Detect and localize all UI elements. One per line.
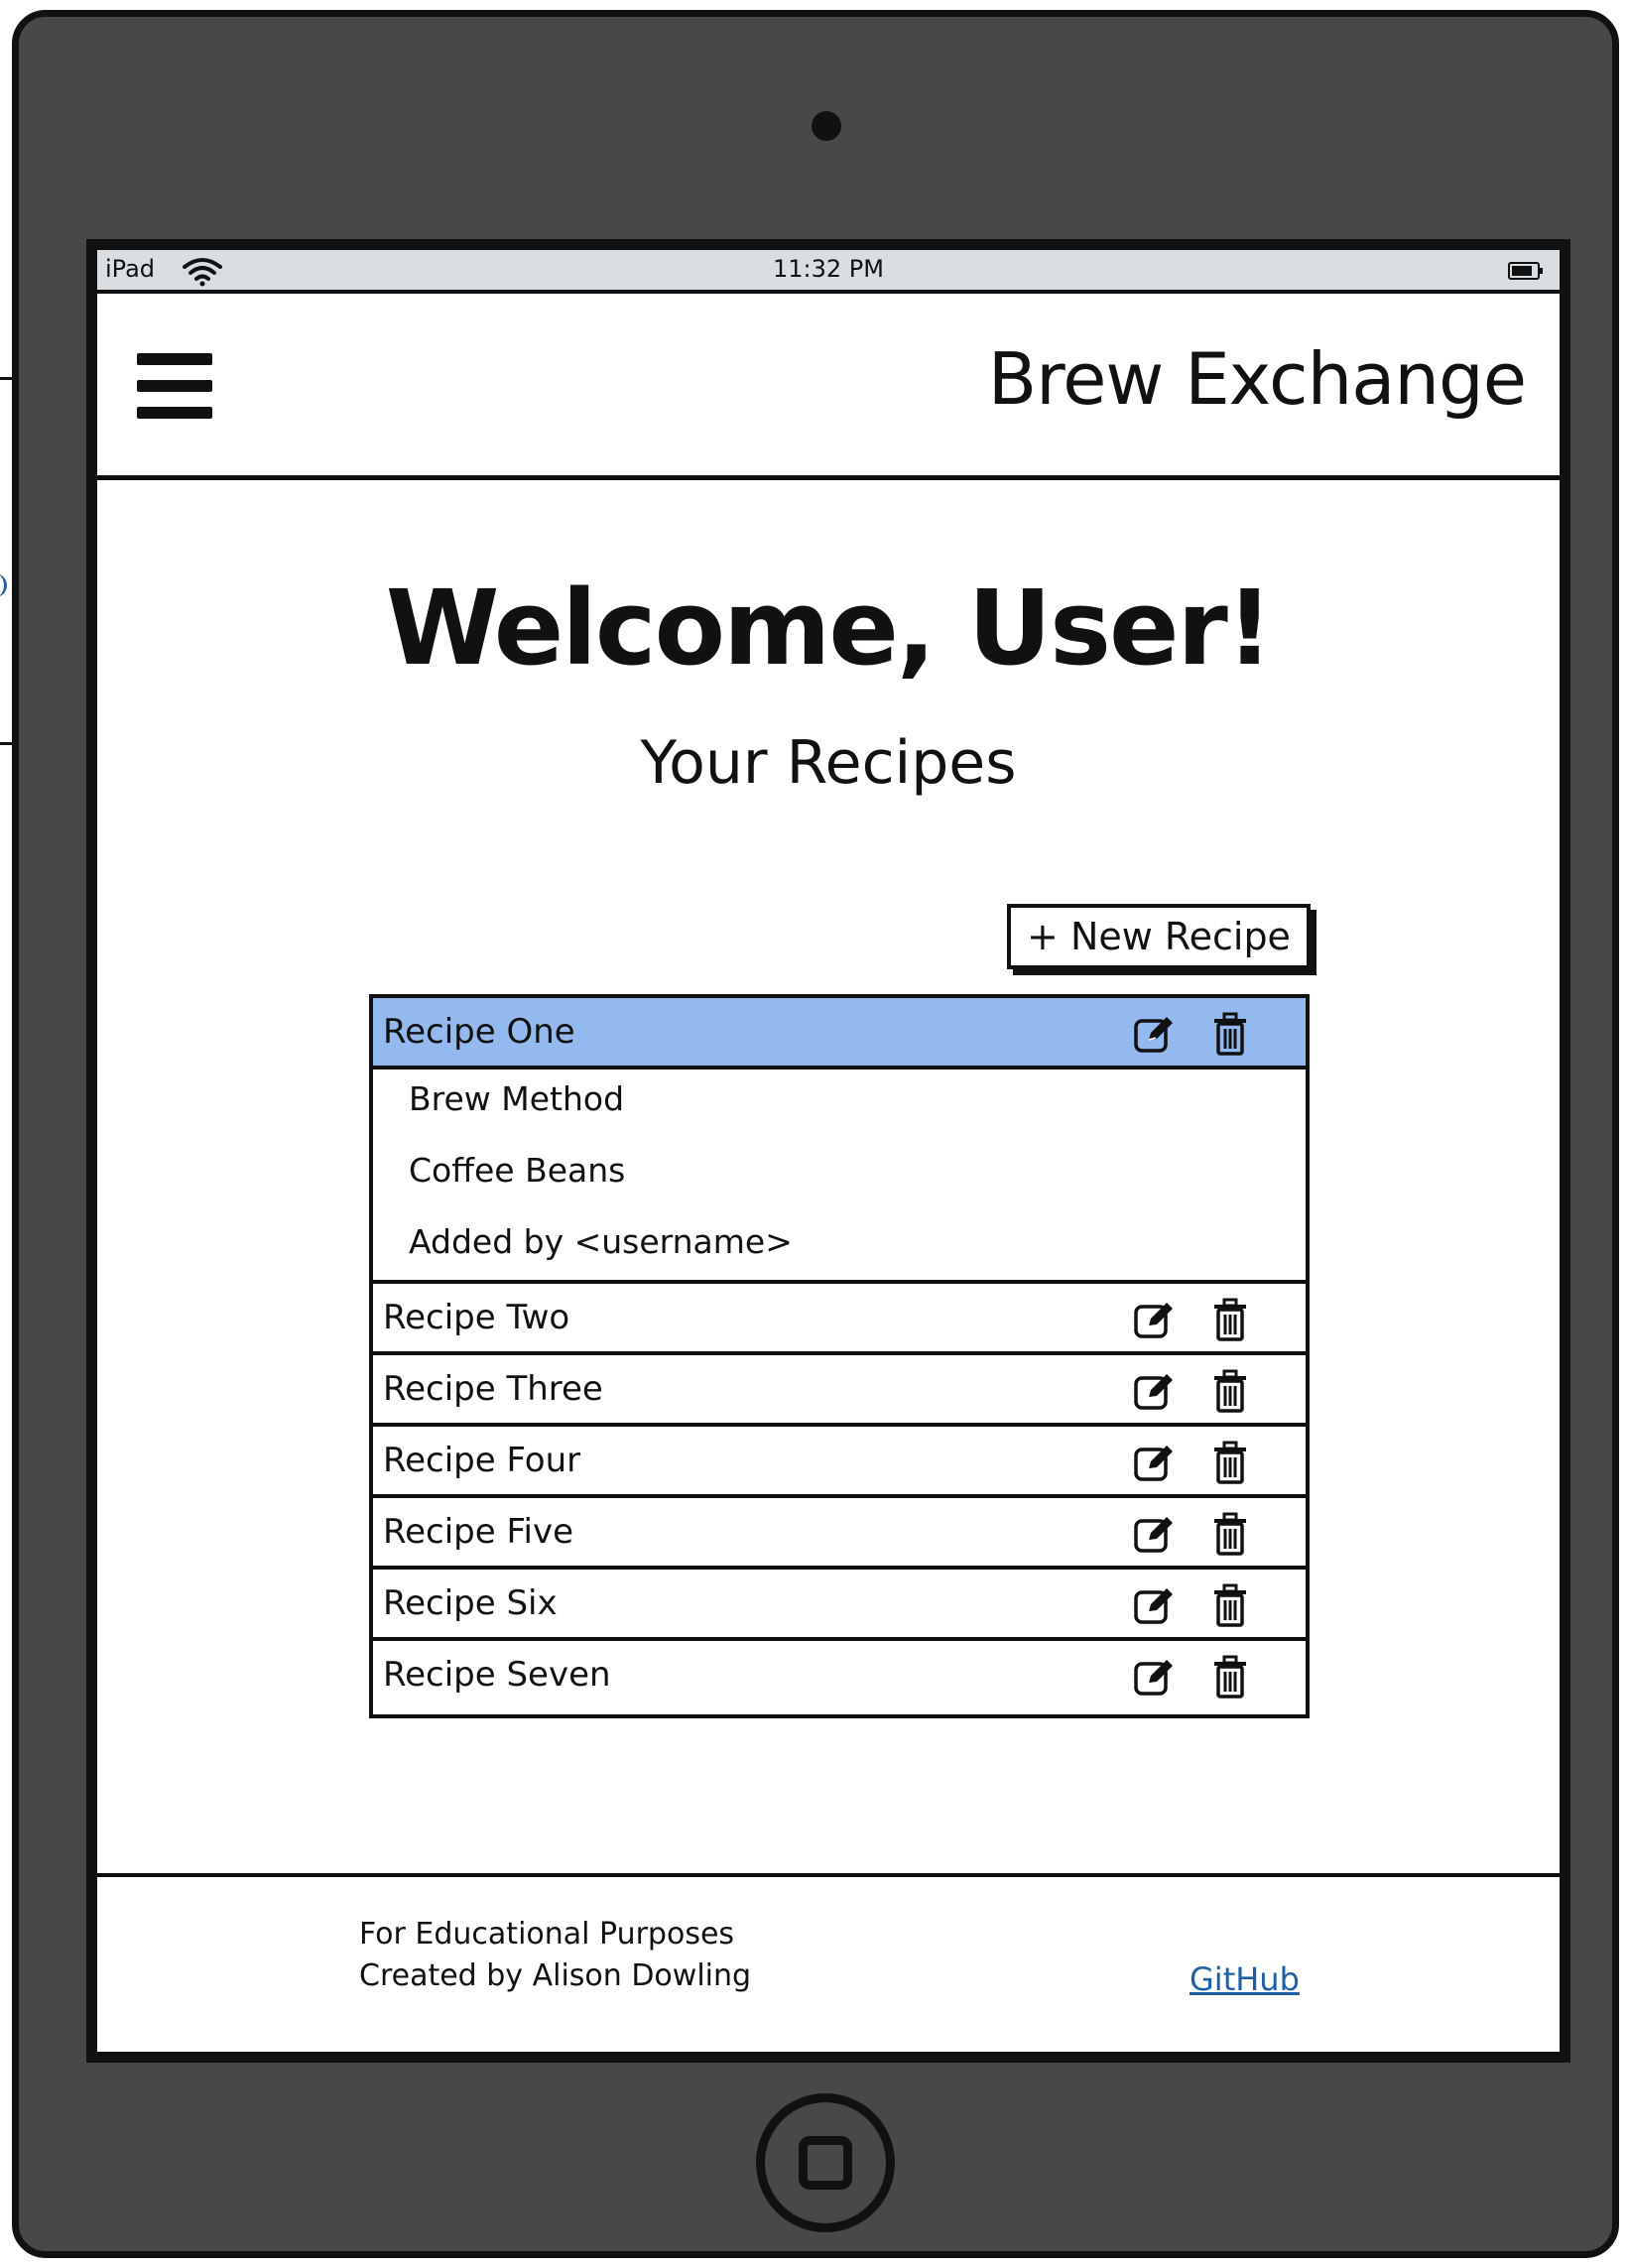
recipe-name: Recipe Five — [383, 1512, 574, 1552]
trash-icon[interactable] — [1212, 1512, 1248, 1556]
recipe-row-one[interactable]: Recipe One — [373, 998, 1306, 1070]
trash-icon[interactable] — [1212, 1583, 1248, 1627]
github-link[interactable]: GitHub — [1190, 1960, 1300, 1998]
detail-coffee-beans: Coffee Beans — [409, 1151, 626, 1190]
welcome-heading: Welcome, User! — [385, 567, 1274, 689]
detail-added-by: Added by <username> — [409, 1222, 793, 1261]
recipe-row-five[interactable]: Recipe Five — [373, 1498, 1306, 1570]
recipe-row-four[interactable]: Recipe Four — [373, 1427, 1306, 1498]
footer-author-text: Created by Alison Dowling — [359, 1958, 752, 1993]
page: iPad 11:32 PM Brew Exchange Welcome, Use… — [0, 0, 1629, 2268]
recipe-name: Recipe Seven — [383, 1655, 611, 1695]
your-recipes-heading: Your Recipes — [640, 728, 1017, 798]
edit-icon[interactable] — [1133, 1012, 1177, 1056]
edit-icon[interactable] — [1133, 1441, 1177, 1484]
edit-icon[interactable] — [1133, 1583, 1177, 1627]
recipe-name: Recipe Four — [383, 1441, 581, 1480]
detail-brew-method: Brew Method — [409, 1079, 625, 1118]
footer-divider — [97, 1873, 1560, 1877]
edit-icon[interactable] — [1133, 1298, 1177, 1341]
recipe-row-seven[interactable]: Recipe Seven — [373, 1641, 1306, 1712]
edit-icon[interactable] — [1133, 1369, 1177, 1413]
recipe-row-two[interactable]: Recipe Two — [373, 1284, 1306, 1355]
trash-icon[interactable] — [1212, 1298, 1248, 1341]
recipe-row-three[interactable]: Recipe Three — [373, 1355, 1306, 1427]
trash-icon[interactable] — [1212, 1441, 1248, 1484]
ipad-device-frame: iPad 11:32 PM Brew Exchange Welcome, Use… — [12, 10, 1619, 2258]
app-header: Brew Exchange — [97, 294, 1560, 480]
recipe-name: Recipe Six — [383, 1583, 558, 1623]
recipe-detail-panel: Brew Method Coffee Beans Added by <usern… — [373, 1070, 1306, 1284]
edit-icon[interactable] — [1133, 1655, 1177, 1699]
footer-educational-text: For Educational Purposes — [359, 1917, 735, 1952]
status-time: 11:32 PM — [773, 255, 884, 283]
home-square-icon — [799, 2136, 852, 2190]
status-bar: iPad 11:32 PM — [97, 250, 1560, 294]
battery-icon — [1508, 262, 1543, 280]
recipe-list: Recipe One Brew Method Coffee Beans Adde… — [369, 994, 1310, 1718]
home-button[interactable] — [756, 2093, 895, 2232]
hamburger-menu-icon[interactable] — [137, 353, 212, 419]
recipe-name: Recipe One — [383, 1012, 575, 1052]
camera-icon — [812, 111, 841, 141]
new-recipe-button[interactable]: + New Recipe — [1007, 904, 1311, 969]
trash-icon[interactable] — [1212, 1655, 1248, 1699]
recipe-name: Recipe Three — [383, 1369, 603, 1409]
trash-icon[interactable] — [1212, 1012, 1248, 1056]
ipad-screen: iPad 11:32 PM Brew Exchange Welcome, Use… — [86, 239, 1570, 2063]
recipe-name: Recipe Two — [383, 1298, 570, 1337]
edit-icon[interactable] — [1133, 1512, 1177, 1556]
recipe-row-six[interactable]: Recipe Six — [373, 1570, 1306, 1641]
app-title: Brew Exchange — [987, 337, 1527, 421]
trash-icon[interactable] — [1212, 1369, 1248, 1413]
